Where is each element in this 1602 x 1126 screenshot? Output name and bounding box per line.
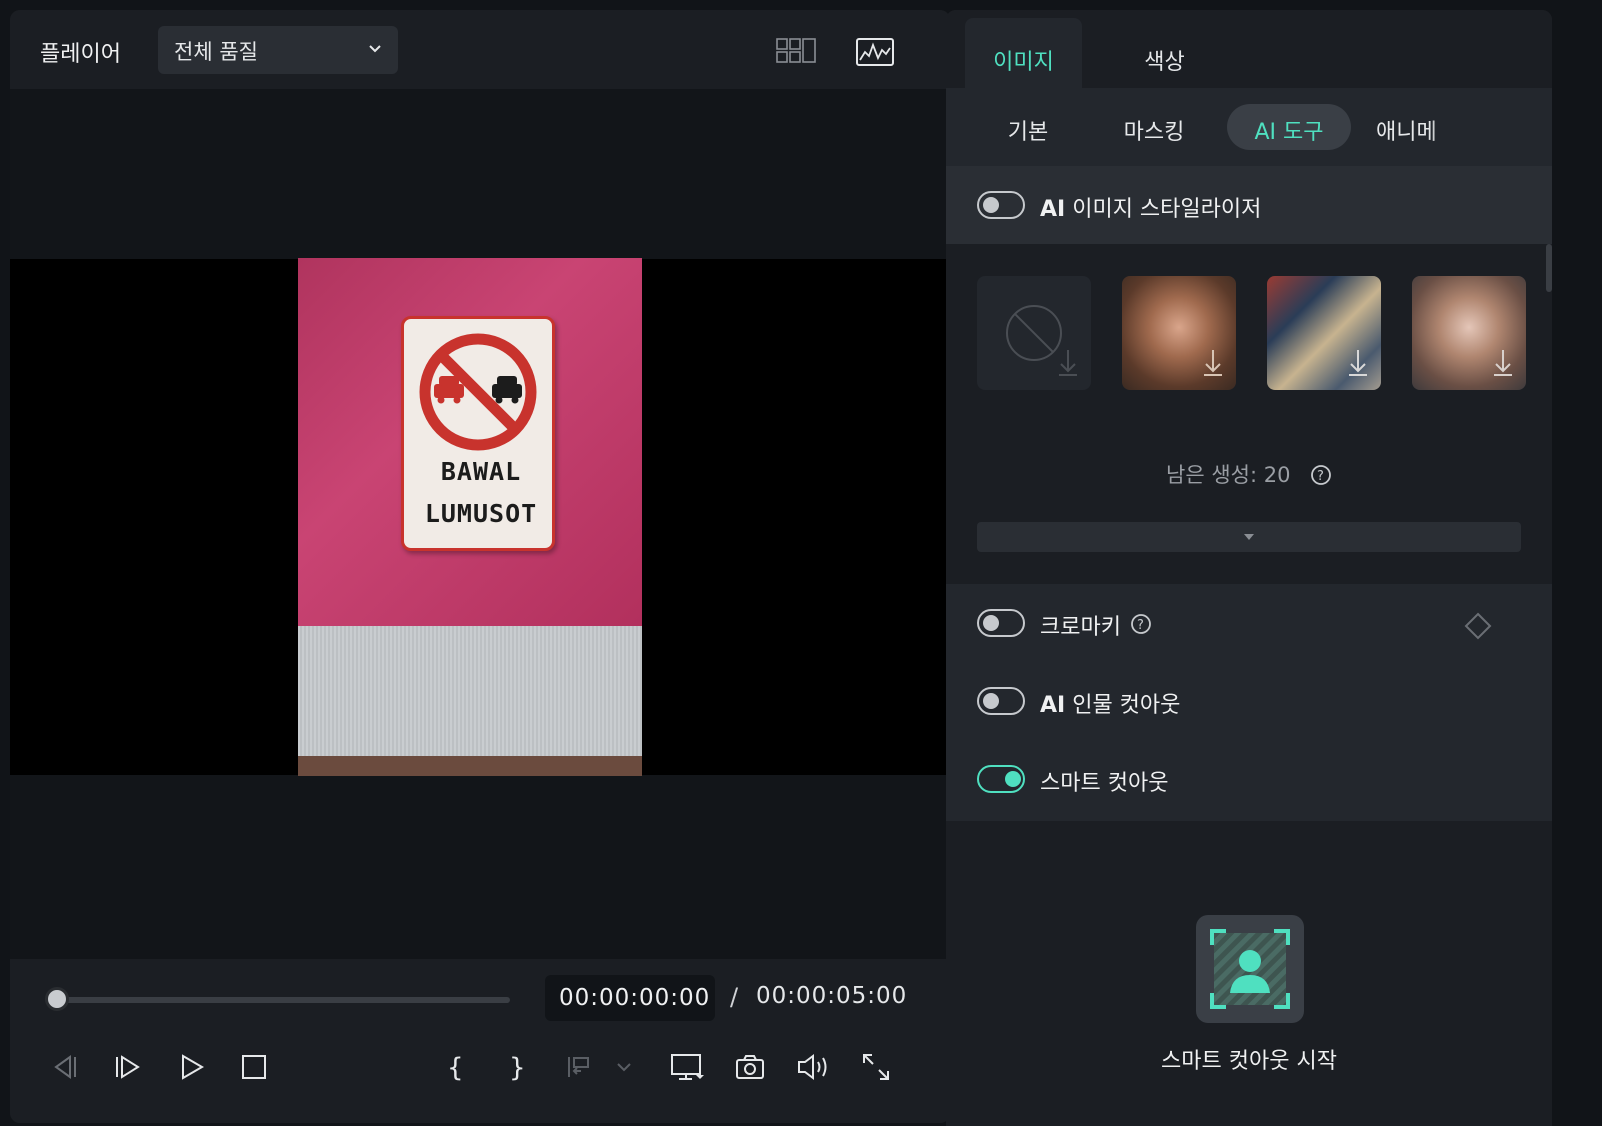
next-frame-icon[interactable] bbox=[112, 1051, 144, 1083]
panel-scrollbar[interactable] bbox=[1546, 244, 1552, 292]
remaining-generations: 남은 생성: 20 bbox=[1166, 463, 1291, 487]
svg-text:?: ? bbox=[1317, 469, 1324, 484]
insert-clip-icon[interactable] bbox=[564, 1051, 596, 1083]
smart-cutout-row: 스마트 컷아웃 bbox=[946, 740, 1552, 821]
chevron-down-icon bbox=[369, 45, 381, 53]
chroma-key-row: 크로마키 ? bbox=[946, 584, 1552, 662]
fullscreen-icon[interactable] bbox=[860, 1051, 892, 1083]
player-title: 플레이어 bbox=[40, 42, 121, 67]
panel-tabs: 이미지 색상 bbox=[946, 10, 1552, 88]
chroma-key-label: 크로마키 bbox=[1040, 615, 1121, 640]
mark-out-icon[interactable]: } bbox=[500, 1051, 532, 1083]
playback-controls: 00:00:00:00 / 00:00:05:00 { } bbox=[10, 959, 950, 1123]
expand-presets-button[interactable] bbox=[977, 522, 1521, 552]
camera-icon[interactable] bbox=[734, 1051, 766, 1083]
toggle-knob bbox=[983, 197, 999, 213]
panel-subtabs: 기본 마스킹 AI 도구 애니메 bbox=[946, 88, 1552, 166]
help-icon[interactable]: ? bbox=[1130, 613, 1152, 635]
play-icon[interactable] bbox=[176, 1051, 208, 1083]
app-window: 플레이어 전체 품질 BAWAL LUMUSOT 00:00:00:00 / 0… bbox=[0, 0, 1602, 1126]
current-timecode: 00:00:00:00 bbox=[545, 975, 715, 1021]
smart-cutout-area: 스마트 컷아웃 시작 bbox=[946, 821, 1552, 1126]
ai-person-cutout-row: AI 인물 컷아웃 bbox=[946, 662, 1552, 740]
ai-stylizer-text: 이미지 스타일라이저 bbox=[1065, 197, 1262, 222]
ai-person-cutout-toggle[interactable] bbox=[977, 687, 1025, 715]
smart-cutout-start-button[interactable] bbox=[1196, 915, 1304, 1023]
ai-prefix: AI bbox=[1040, 693, 1066, 718]
ai-person-cutout-label: AI 인물 컷아웃 bbox=[1040, 687, 1180, 719]
svg-text:?: ? bbox=[1137, 618, 1144, 633]
sign-text-line2: LUMUSOT bbox=[424, 499, 538, 528]
keyframe-icon[interactable] bbox=[1464, 612, 1492, 640]
subtab-ai-tools[interactable]: AI 도구 bbox=[1227, 104, 1351, 150]
style-oil-portrait[interactable] bbox=[1122, 276, 1236, 390]
chevron-down-icon[interactable] bbox=[614, 1051, 634, 1083]
person-cutout-icon bbox=[1210, 929, 1290, 1009]
svg-text:}: } bbox=[509, 1053, 526, 1083]
traffic-sign: BAWAL LUMUSOT bbox=[401, 316, 555, 551]
none-icon bbox=[1006, 305, 1077, 376]
subtab-animation[interactable]: 애니메 bbox=[1376, 104, 1464, 150]
ai-prefix: AI bbox=[1040, 197, 1066, 222]
smart-cutout-toggle[interactable] bbox=[977, 765, 1025, 793]
time-separator: / bbox=[730, 983, 739, 1011]
waveform-monitor-icon[interactable] bbox=[856, 38, 894, 66]
subtab-masking[interactable]: 마스킹 bbox=[1102, 104, 1206, 150]
style-cubist[interactable] bbox=[1267, 276, 1381, 390]
sign-text-line1: BAWAL bbox=[440, 457, 522, 486]
download-icon bbox=[1204, 350, 1222, 376]
preview-image: BAWAL LUMUSOT bbox=[298, 258, 642, 776]
floor-area bbox=[298, 626, 642, 756]
style-none[interactable] bbox=[977, 276, 1091, 390]
total-duration: 00:00:05:00 bbox=[756, 983, 908, 1009]
ai-stylizer-label: AI 이미지 스타일라이저 bbox=[1040, 191, 1261, 223]
smart-cutout-start-label: 스마트 컷아웃 시작 bbox=[1161, 1049, 1337, 1074]
svg-text:{: { bbox=[447, 1053, 464, 1083]
toggle-knob bbox=[983, 615, 999, 631]
display-settings-icon[interactable] bbox=[670, 1051, 706, 1083]
properties-panel: 이미지 색상 기본 마스킹 AI 도구 애니메 AI 이미지 스타일라이저 남은… bbox=[946, 10, 1552, 1126]
stop-icon[interactable] bbox=[238, 1051, 270, 1083]
player-pane: 플레이어 전체 품질 BAWAL LUMUSOT 00:00:00:00 / 0… bbox=[10, 10, 950, 1123]
mark-in-icon[interactable]: { bbox=[438, 1051, 470, 1083]
quality-label: 전체 품질 bbox=[174, 40, 258, 64]
subtab-basic[interactable]: 기본 bbox=[988, 104, 1068, 150]
volume-icon[interactable] bbox=[796, 1051, 832, 1083]
ai-stylizer-row: AI 이미지 스타일라이저 bbox=[946, 166, 1552, 244]
help-icon[interactable]: ? bbox=[1310, 464, 1332, 486]
chroma-key-toggle[interactable] bbox=[977, 609, 1025, 637]
seek-bar[interactable] bbox=[55, 997, 510, 1003]
download-icon bbox=[1494, 350, 1512, 376]
seek-handle[interactable] bbox=[45, 987, 69, 1011]
style-presets: 남은 생성: 20 ? bbox=[946, 244, 1552, 584]
grid-view-icon[interactable] bbox=[776, 38, 816, 64]
player-header: 플레이어 전체 품질 bbox=[10, 10, 950, 89]
previous-frame-icon[interactable] bbox=[48, 1051, 80, 1083]
download-icon bbox=[1349, 350, 1367, 376]
caret-down-icon bbox=[1244, 534, 1254, 540]
tab-color[interactable]: 색상 bbox=[1106, 18, 1223, 88]
toggle-knob bbox=[983, 693, 999, 709]
tab-image[interactable]: 이미지 bbox=[965, 18, 1082, 88]
floor-trim bbox=[298, 756, 642, 776]
no-overtaking-icon bbox=[419, 333, 537, 451]
ai-person-cutout-text: 인물 컷아웃 bbox=[1065, 693, 1181, 718]
smart-cutout-label: 스마트 컷아웃 bbox=[1040, 771, 1169, 796]
toggle-knob bbox=[1005, 771, 1021, 787]
style-anime[interactable] bbox=[1412, 276, 1526, 390]
quality-dropdown[interactable]: 전체 품질 bbox=[158, 26, 398, 74]
ai-stylizer-toggle[interactable] bbox=[977, 191, 1025, 219]
